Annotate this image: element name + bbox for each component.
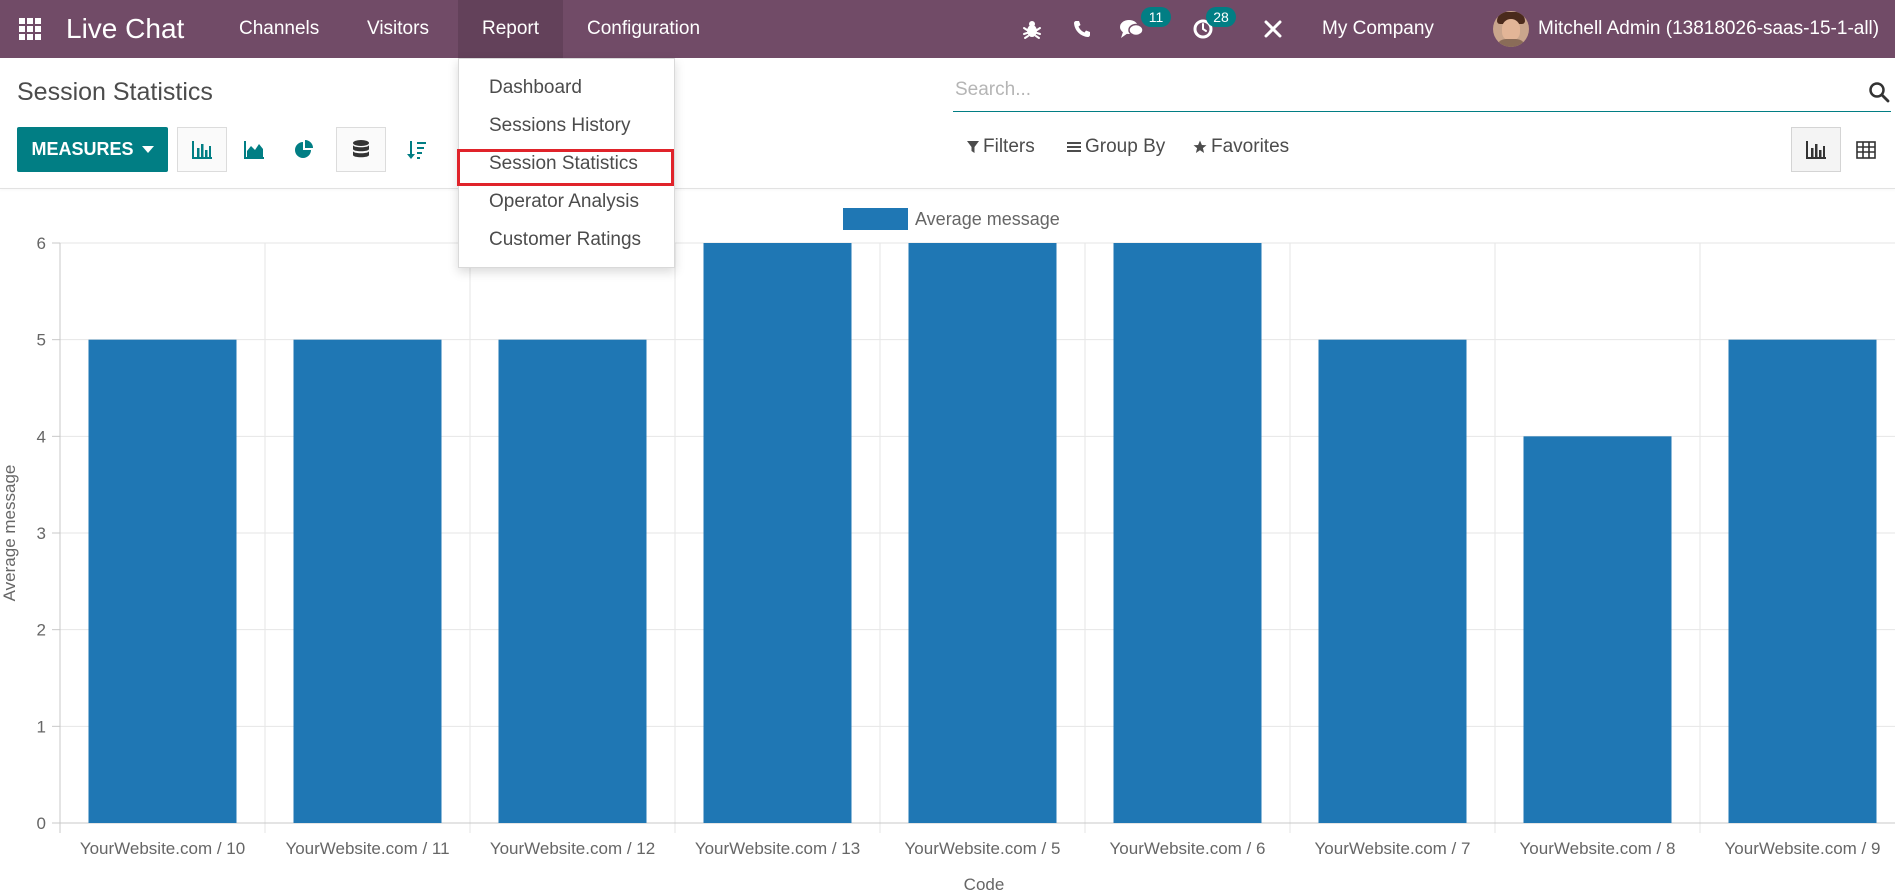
bar xyxy=(1113,243,1262,823)
user-name: Mitchell Admin (13818026-saas-15-1-all) xyxy=(1538,18,1880,39)
filters-toggle[interactable]: Filters xyxy=(967,136,1035,158)
company-switcher[interactable]: My Company xyxy=(1322,0,1434,58)
filter-icon xyxy=(967,141,979,153)
pivot-view-button[interactable] xyxy=(1841,127,1891,172)
bar-chart-icon xyxy=(1806,140,1826,159)
x-tick-label: YourWebsite.com / 7 xyxy=(1315,839,1471,858)
menu-channels[interactable]: Channels xyxy=(215,0,343,58)
apps-icon[interactable] xyxy=(14,0,46,58)
tools-icon[interactable] xyxy=(1253,0,1293,58)
database-icon xyxy=(353,139,369,157)
activity-badge: 28 xyxy=(1206,7,1236,27)
x-tick-label: YourWebsite.com / 8 xyxy=(1520,839,1676,858)
x-tick-label: YourWebsite.com / 6 xyxy=(1110,839,1266,858)
y-tick-label: 1 xyxy=(37,717,46,736)
chart-area: 0 1 2 3 4 5 6 YourWebsite.com / 10 YourWebsite.c… xyxy=(0,190,1895,895)
search-bar xyxy=(953,74,1891,112)
group-by-toggle[interactable]: Group By xyxy=(1067,136,1165,158)
line-chart-button[interactable] xyxy=(229,127,279,172)
legend-label: Average message xyxy=(915,209,1060,229)
menu-item-sessions-history[interactable]: Sessions History xyxy=(459,108,674,144)
y-tick-label: 5 xyxy=(37,331,46,350)
menu-configuration[interactable]: Configuration xyxy=(563,0,724,58)
bar xyxy=(1728,339,1877,823)
bug-icon[interactable] xyxy=(1012,0,1052,58)
x-tick-label: YourWebsite.com / 12 xyxy=(490,839,655,858)
bar-chart-icon xyxy=(192,140,212,159)
stacked-button[interactable] xyxy=(336,127,386,172)
x-axis-title: Code xyxy=(964,875,1005,894)
x-tick-label: YourWebsite.com / 11 xyxy=(285,839,449,858)
x-tick-label: YourWebsite.com / 9 xyxy=(1725,839,1881,858)
legend-swatch xyxy=(843,208,908,230)
favorites-toggle[interactable]: Favorites xyxy=(1193,136,1289,158)
caret-down-icon xyxy=(141,146,154,153)
graph-view-button[interactable] xyxy=(1791,127,1841,172)
bar-chart-button[interactable] xyxy=(177,127,227,172)
star-icon xyxy=(1193,140,1207,153)
bar xyxy=(498,339,647,823)
page-title: Session Statistics xyxy=(17,78,213,106)
bar-chart: 0 1 2 3 4 5 6 YourWebsite.com / 10 YourWebsite.c… xyxy=(0,208,1895,894)
y-tick-label: 0 xyxy=(37,814,46,833)
menu-item-dashboard[interactable]: Dashboard xyxy=(459,70,674,106)
favorites-label: Favorites xyxy=(1211,136,1290,157)
avatar xyxy=(1493,11,1529,47)
y-tick-label: 4 xyxy=(37,427,46,446)
sort-button[interactable] xyxy=(392,127,442,172)
bar xyxy=(703,243,852,823)
pie-chart-button[interactable] xyxy=(279,127,329,172)
search-icon[interactable] xyxy=(1867,80,1891,104)
user-menu[interactable]: Mitchell Admin (13818026-saas-15-1-all) xyxy=(1493,0,1879,58)
bar xyxy=(88,339,237,823)
bar xyxy=(908,243,1057,823)
y-axis-title: Average message xyxy=(0,465,19,602)
bar xyxy=(293,339,442,823)
table-icon xyxy=(1856,140,1876,159)
menu-report[interactable]: Report xyxy=(458,0,564,58)
area-chart-icon xyxy=(244,140,264,159)
menu-item-customer-ratings[interactable]: Customer Ratings xyxy=(459,222,674,258)
y-tick-label: 3 xyxy=(37,524,46,543)
control-panel-divider xyxy=(0,188,1895,189)
x-tick-label: YourWebsite.com / 10 xyxy=(80,839,245,858)
list-icon xyxy=(1067,142,1081,152)
menu-visitors[interactable]: Visitors xyxy=(343,0,453,58)
app-title[interactable]: Live Chat xyxy=(66,0,184,58)
bar xyxy=(1523,436,1672,823)
top-navbar: Live Chat Channels Visitors Report Confi… xyxy=(0,0,1895,58)
x-tick-label: YourWebsite.com / 13 xyxy=(695,839,860,858)
menu-item-session-statistics[interactable]: Session Statistics xyxy=(459,146,674,182)
chat-badge: 11 xyxy=(1141,7,1171,27)
y-tick-label: 2 xyxy=(37,621,46,640)
report-dropdown-menu: Dashboard Sessions History Session Stati… xyxy=(457,58,675,268)
pie-chart-icon xyxy=(295,139,313,158)
search-input[interactable] xyxy=(953,74,1843,106)
phone-icon[interactable] xyxy=(1062,0,1102,58)
measures-button[interactable]: MEASURES xyxy=(17,127,168,172)
sort-descending-icon xyxy=(407,140,426,159)
group-by-label: Group By xyxy=(1085,136,1166,157)
y-tick-label: 6 xyxy=(37,234,46,253)
bar xyxy=(1318,339,1467,823)
measures-label: MEASURES xyxy=(31,139,134,159)
menu-item-operator-analysis[interactable]: Operator Analysis xyxy=(459,184,674,220)
filters-label: Filters xyxy=(983,136,1035,157)
x-tick-label: YourWebsite.com / 5 xyxy=(905,839,1061,858)
